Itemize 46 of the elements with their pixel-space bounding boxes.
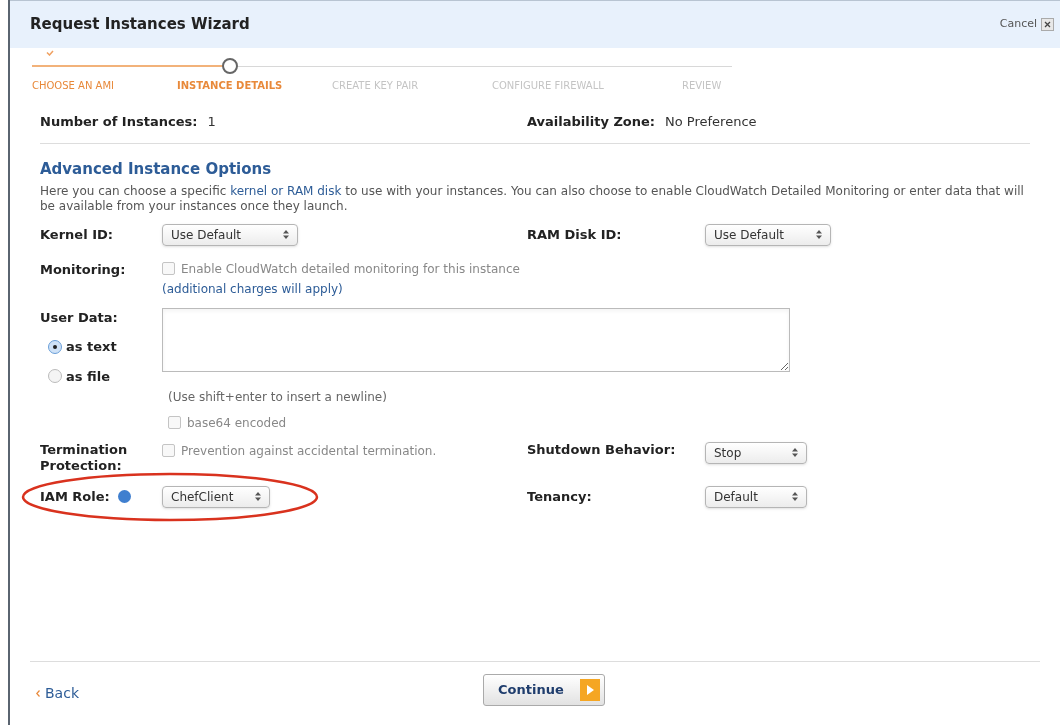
continue-button[interactable]: Continue [483,674,605,706]
checkbox-label: Enable CloudWatch detailed monitoring for this instance [181,260,520,278]
kernel-link[interactable]: kernel or RAM disk [230,183,342,198]
checkbox[interactable] [162,444,175,457]
help-icon[interactable] [117,490,131,503]
dropdown[interactable]: Use Default [705,223,831,246]
section-title: Advanced Instance Options [40,159,273,180]
updown-icon [816,230,822,239]
updown-icon [792,448,798,457]
chevron-icon [36,690,40,697]
radio-button[interactable] [48,339,62,354]
field-label: Shutdown Behavior: [527,441,677,459]
checkbox[interactable] [162,262,175,275]
charges-note: (additional charges will apply) [162,280,344,298]
field-value: No Preference [665,112,757,131]
field-label: Tenancy: [527,487,593,506]
field-label: Kernel ID: [40,225,114,244]
window-title: Request Instances Wizard [30,14,250,36]
back-link[interactable]: Back [45,683,79,704]
field-value: 1 [207,112,216,131]
field-label: User Data: [40,308,119,327]
play-icon [580,679,600,701]
updown-icon [792,492,798,501]
checkbox-label: Prevention against accidental termination. [181,442,437,460]
close-icon[interactable] [1041,18,1054,31]
radio-label: as file [66,367,110,386]
checkbox-label: base64 encoded [187,414,287,432]
radio-label: as text [66,338,117,356]
dropdown[interactable]: Stop [705,441,807,464]
user-data-field[interactable] [162,307,790,372]
field-label: RAM Disk ID: [527,225,623,244]
dropdown[interactable]: Default [705,485,807,508]
updown-icon [255,492,261,501]
dropdown[interactable]: Use Default [162,223,298,246]
field-label: Availability Zone: [527,112,656,131]
field-label: Termination Protection: [40,441,129,474]
radio-button[interactable] [48,369,62,384]
checkbox[interactable] [168,416,181,429]
field-label: Monitoring: [40,260,127,279]
field-label: IAM Role: [40,487,110,506]
field-label: Number of Instances: [40,112,198,131]
hint-text: (Use shift+enter to insert a newline) [168,388,388,406]
cancel-link[interactable]: Cancel [999,16,1037,33]
section-description: Here you can choose a specific kernel or RAM disk to use with your instances. You can also choose to enable CloudWatch Detailed Monitoring or enter data that will be available from your instances once they launch. [40,183,1025,214]
updown-icon [283,230,289,239]
dropdown[interactable]: ChefClient [162,485,270,508]
